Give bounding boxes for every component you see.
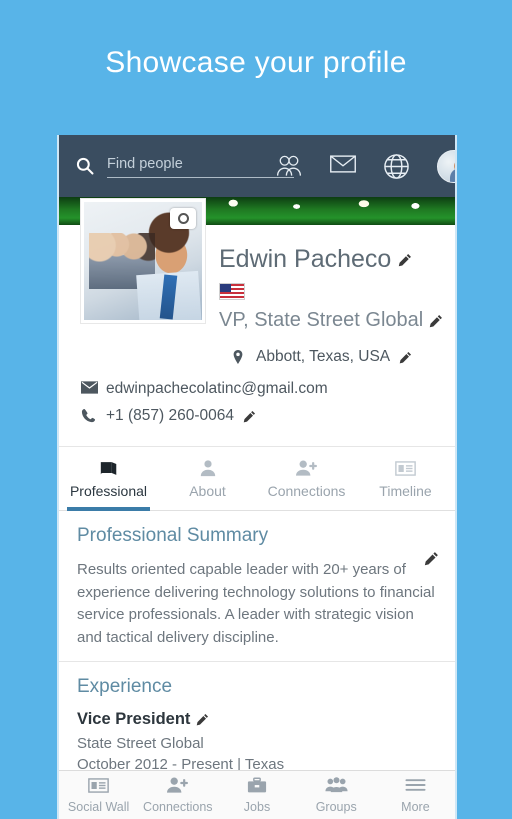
tab-timeline-label: Timeline bbox=[379, 483, 432, 499]
search-container[interactable] bbox=[75, 154, 294, 178]
book-icon bbox=[59, 457, 158, 479]
hamburger-icon bbox=[376, 775, 455, 796]
profile-photo-container[interactable] bbox=[81, 199, 205, 323]
appbar-icon-group bbox=[275, 149, 455, 183]
professional-summary-section: Professional Summary Results oriented ca… bbox=[59, 511, 455, 661]
search-icon bbox=[75, 156, 95, 176]
location-text: Abbott, Texas, USA bbox=[256, 348, 391, 365]
globe-icon[interactable] bbox=[383, 153, 411, 179]
us-flag-icon bbox=[219, 283, 245, 300]
tab-professional-label: Professional bbox=[69, 483, 148, 499]
person-add-icon bbox=[138, 775, 217, 796]
search-input[interactable] bbox=[107, 154, 294, 178]
tab-connections[interactable]: Connections bbox=[257, 447, 356, 510]
email-text[interactable]: edwinpachecolatinc@gmail.com bbox=[106, 380, 328, 398]
tab-timeline[interactable]: Timeline bbox=[356, 447, 455, 510]
card-icon bbox=[59, 775, 138, 796]
edit-phone-pencil-icon[interactable] bbox=[243, 410, 256, 423]
profile-content: Professional Summary Results oriented ca… bbox=[59, 511, 455, 770]
email-row: edwinpachecolatinc@gmail.com bbox=[81, 380, 441, 398]
experience-company: State Street Global bbox=[77, 735, 204, 752]
experience-job-title-row: Vice President bbox=[77, 710, 437, 729]
phone-row: +1 (857) 260-0064 bbox=[81, 407, 441, 425]
profile-title: VP, State Street Global bbox=[219, 309, 424, 331]
edit-location-pencil-icon[interactable] bbox=[399, 351, 412, 364]
tab-professional[interactable]: Professional bbox=[59, 447, 158, 511]
edit-title-pencil-icon[interactable] bbox=[429, 314, 443, 328]
experience-dates: October 2012 - Present | Texas bbox=[77, 756, 285, 770]
location-row: Abbott, Texas, USA bbox=[81, 348, 441, 366]
bottom-nav-social-wall[interactable]: Social Wall bbox=[59, 775, 138, 816]
edit-summary-pencil-icon[interactable] bbox=[424, 551, 438, 566]
card-icon bbox=[356, 457, 455, 479]
app-screen: Showcase your profile Find people Edwin … bbox=[0, 0, 512, 819]
page-title: Showcase your profile bbox=[105, 46, 407, 79]
bottom-nav-jobs[interactable]: Jobs bbox=[217, 775, 296, 816]
bottom-nav-social-wall-label: Social Wall bbox=[67, 799, 130, 814]
experience-job-title: Vice President bbox=[77, 710, 191, 728]
tab-about-label: About bbox=[189, 483, 226, 499]
email-envelope-icon bbox=[81, 381, 98, 397]
phone-icon bbox=[81, 408, 97, 424]
phone-mockup: Edwin Pacheco VP, State Street Global bbox=[57, 135, 457, 819]
people-icon[interactable] bbox=[275, 153, 303, 179]
bottom-nav-jobs-label: Jobs bbox=[243, 799, 271, 814]
bottom-nav-connections[interactable]: Connections bbox=[138, 775, 217, 816]
bottom-navigation: Social Wall Connections Jobs Groups More bbox=[59, 770, 455, 819]
profile-info: Edwin Pacheco VP, State Street Global bbox=[219, 225, 443, 332]
camera-icon[interactable] bbox=[170, 208, 196, 229]
group-icon bbox=[297, 775, 376, 796]
bottom-nav-groups-label: Groups bbox=[315, 799, 357, 814]
summary-title: Professional Summary bbox=[77, 525, 269, 546]
flag-canton bbox=[220, 284, 231, 292]
bottom-nav-more-label: More bbox=[401, 799, 430, 814]
experience-section: Experience Vice President State Street G… bbox=[59, 661, 455, 770]
briefcase-icon bbox=[217, 775, 296, 796]
bottom-nav-connections-label: Connections bbox=[143, 799, 213, 814]
camera-lens-icon bbox=[177, 213, 189, 224]
profile-title-row: VP, State Street Global bbox=[219, 309, 443, 332]
profile-tabs: Professional About Connections Timeline bbox=[59, 446, 455, 511]
bottom-nav-groups[interactable]: Groups bbox=[297, 775, 376, 816]
profile-name: Edwin Pacheco bbox=[219, 245, 392, 273]
summary-body: Results oriented capable leader with 20+… bbox=[77, 561, 435, 646]
location-pin-icon bbox=[231, 349, 247, 365]
profile-name-row: Edwin Pacheco bbox=[219, 245, 437, 274]
person-add-icon bbox=[257, 457, 356, 479]
profile-header: Edwin Pacheco VP, State Street Global bbox=[59, 199, 455, 338]
edit-experience-pencil-icon[interactable] bbox=[196, 713, 209, 726]
contact-details: Abbott, Texas, USA edwinpachecolatinc@gm… bbox=[59, 338, 455, 446]
app-header bbox=[59, 135, 455, 197]
experience-title: Experience bbox=[77, 676, 173, 697]
profile-photo[interactable] bbox=[84, 202, 202, 320]
tab-connections-label: Connections bbox=[267, 483, 346, 499]
avatar[interactable] bbox=[437, 149, 455, 183]
tab-about[interactable]: About bbox=[158, 447, 257, 510]
mail-icon[interactable] bbox=[329, 153, 357, 179]
phone-text[interactable]: +1 (857) 260-0064 bbox=[106, 407, 234, 425]
bottom-nav-more[interactable]: More bbox=[376, 775, 455, 816]
person-icon bbox=[158, 457, 257, 479]
edit-name-pencil-icon[interactable] bbox=[398, 253, 412, 267]
